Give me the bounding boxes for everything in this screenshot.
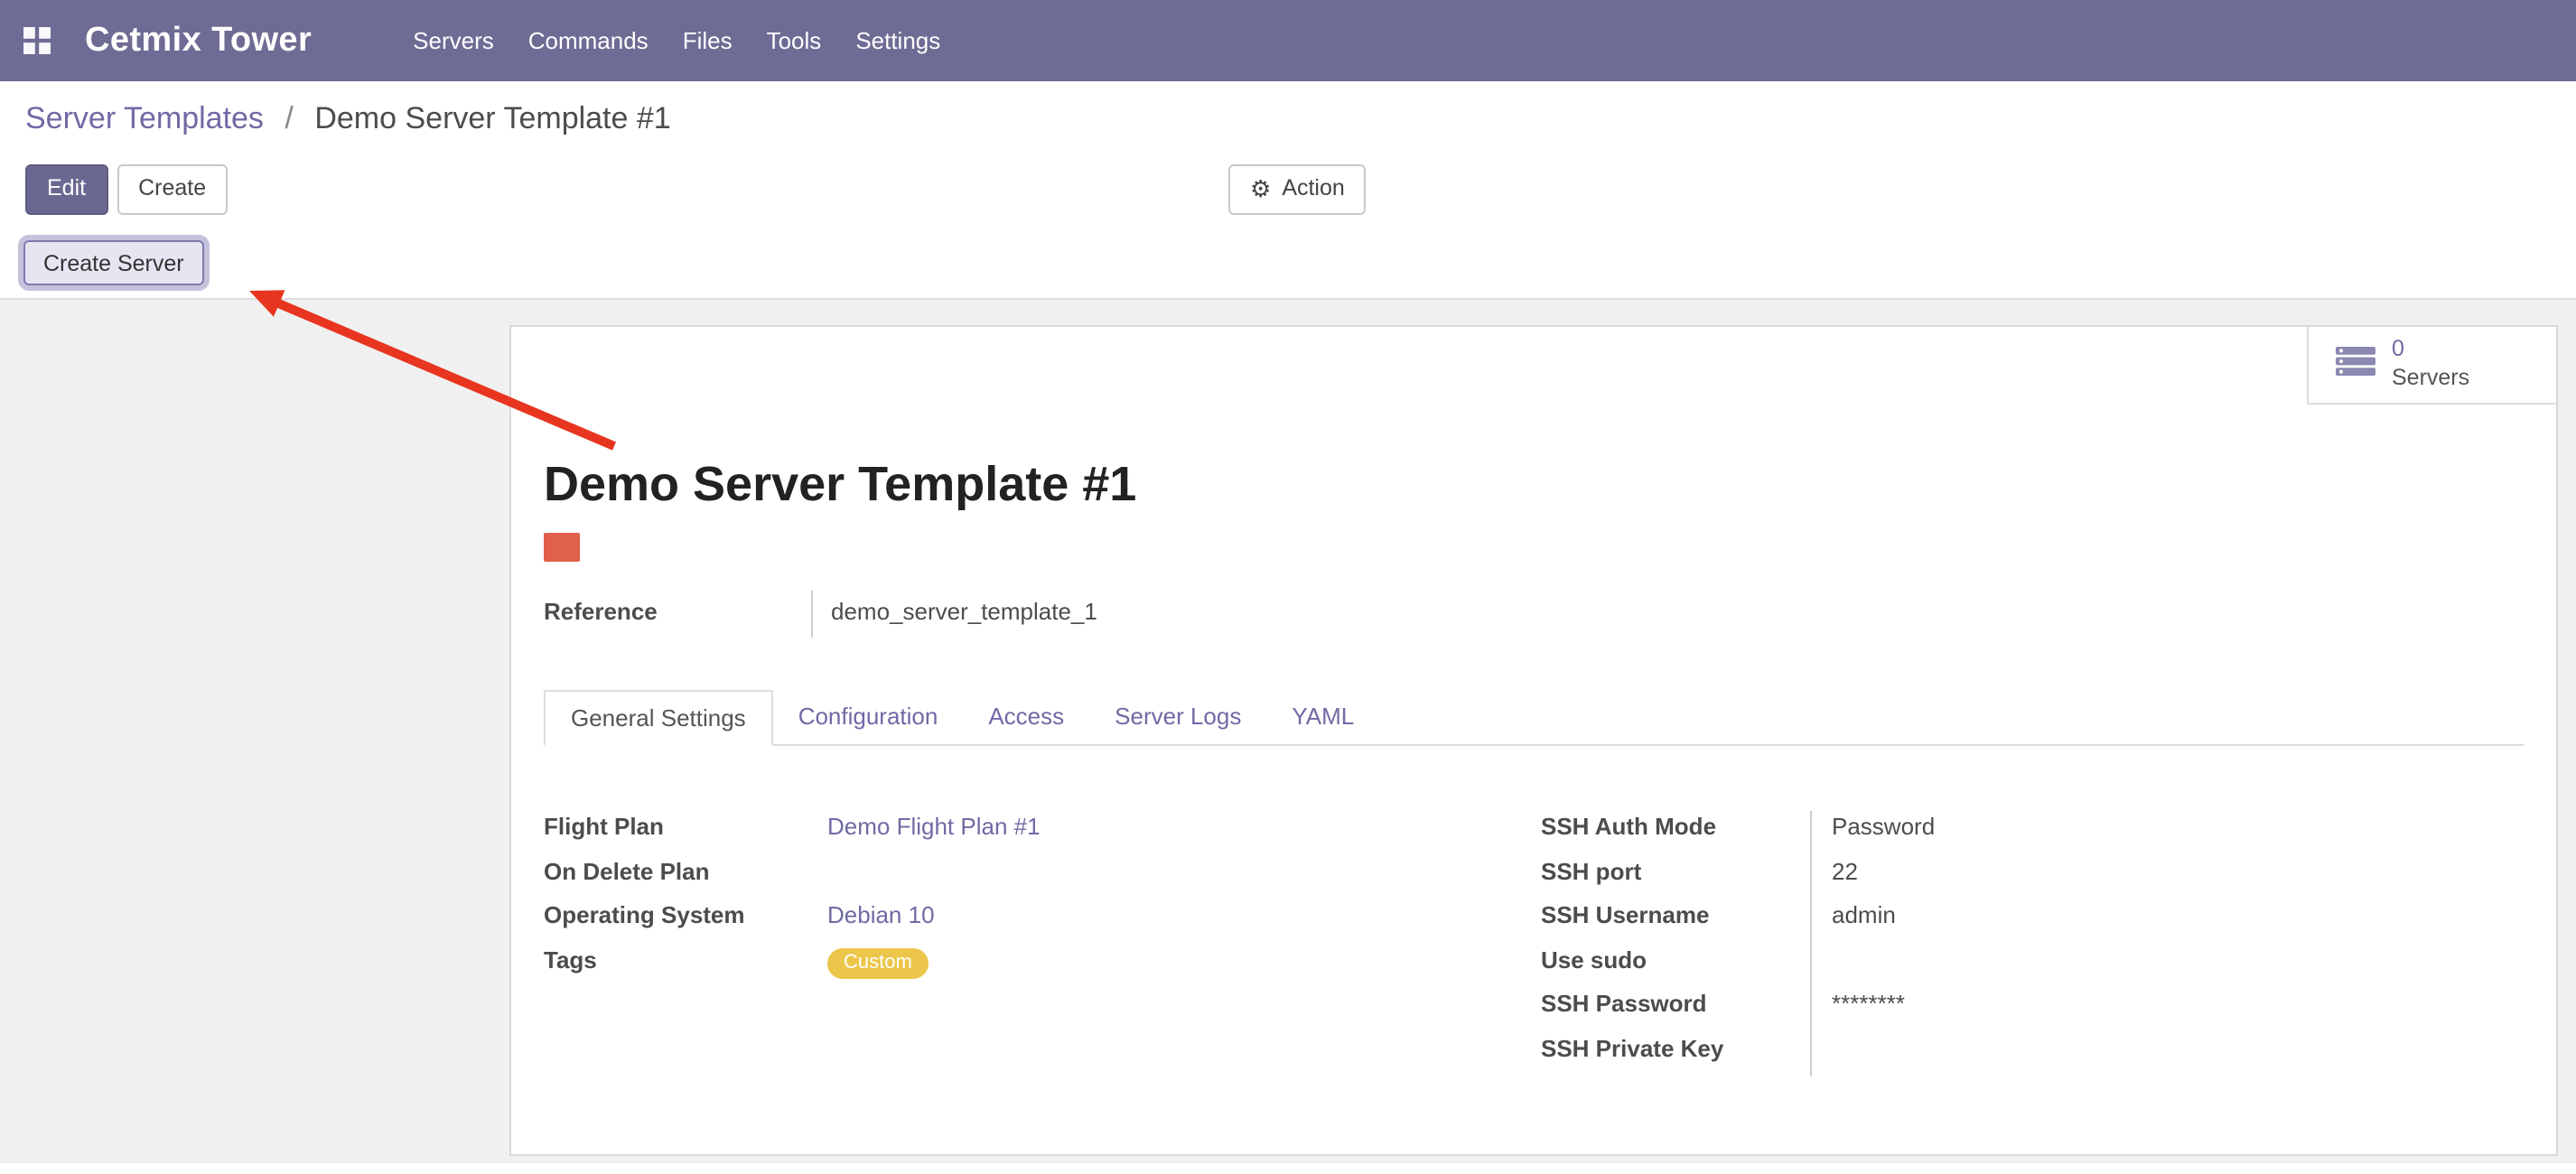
field-label-ssh-password: SSH Password — [1541, 988, 1810, 1032]
field-text-ssh-username: admin — [1832, 901, 1896, 928]
field-row-ssh-username: SSH Username admin — [1541, 899, 2516, 944]
reference-value: demo_server_template_1 — [811, 591, 1097, 638]
nav-menu-commands[interactable]: Commands — [528, 27, 649, 54]
field-value-operating-system: Debian 10 — [827, 899, 935, 944]
top-navbar: Cetmix Tower ServersCommandsFilesToolsSe… — [0, 0, 2576, 81]
field-label-tags: Tags — [544, 944, 827, 988]
tabs: General SettingsConfigurationAccessServe… — [544, 688, 2524, 746]
control-panel-buttons: Edit Create — [25, 164, 228, 214]
field-text-ssh-password: ******** — [1832, 990, 1905, 1017]
breadcrumb-current: Demo Server Template #1 — [314, 101, 670, 135]
tab-server-logs[interactable]: Server Logs — [1089, 688, 1266, 744]
tag-custom: Custom — [827, 947, 929, 978]
breadcrumb: Server Templates / Demo Server Template … — [25, 101, 671, 137]
breadcrumb-separator: / — [285, 101, 293, 135]
breadcrumb-parent-link[interactable]: Server Templates — [25, 101, 264, 135]
record-sheet: 0 Servers Demo Server Template #1 Refere… — [509, 325, 2558, 1156]
app-brand[interactable]: Cetmix Tower — [85, 21, 312, 61]
field-label-use-sudo: Use sudo — [1541, 944, 1810, 988]
field-row-flight-plan: Flight PlanDemo Flight Plan #1 — [544, 811, 1501, 855]
tab-access[interactable]: Access — [963, 688, 1089, 744]
gear-icon: ⚙ — [1250, 178, 1271, 201]
field-row-ssh-private-key: SSH Private Key — [1541, 1032, 2516, 1076]
record-title: Demo Server Template #1 — [544, 457, 1136, 513]
reference-label: Reference — [544, 591, 811, 638]
nav-menu-files[interactable]: Files — [683, 27, 733, 54]
field-row-use-sudo: Use sudo — [1541, 944, 2516, 988]
field-value-ssh-auth-mode: Password — [1810, 811, 1935, 855]
field-link-operating-system[interactable]: Debian 10 — [827, 901, 935, 928]
servers-icon — [2336, 346, 2375, 384]
field-text-ssh-auth-mode: Password — [1832, 813, 1935, 840]
field-value-ssh-password: ******** — [1810, 988, 1905, 1032]
action-button-label: Action — [1282, 175, 1345, 203]
navbar-menu: Servers Commands Files Tools Settings — [413, 27, 940, 54]
field-value-tags: Custom — [827, 944, 929, 988]
field-label-ssh-private-key: SSH Private Key — [1541, 1032, 1810, 1076]
field-value-ssh-port: 22 — [1810, 855, 1858, 899]
fields-right: SSH Auth Mode Password SSH port 22 SSH Usern… — [1541, 811, 2516, 1076]
field-row-tags: TagsCustom — [544, 944, 1501, 988]
field-row-ssh-auth-mode: SSH Auth Mode Password — [1541, 811, 2516, 855]
field-row-ssh-port: SSH port 22 — [1541, 855, 2516, 899]
field-row-on-delete-plan: On Delete Plan — [544, 855, 1501, 899]
field-value-ssh-private-key — [1810, 1032, 1832, 1076]
content-area: 0 Servers Demo Server Template #1 Refere… — [0, 300, 2576, 1163]
stat-button-text: 0 Servers — [2392, 337, 2469, 394]
nav-menu-tools[interactable]: Tools — [767, 27, 822, 54]
nav-menu-settings[interactable]: Settings — [855, 27, 940, 54]
create-server-button[interactable]: Create Server — [23, 240, 204, 285]
field-label-ssh-username: SSH Username — [1541, 899, 1810, 944]
field-value-ssh-username: admin — [1810, 899, 1896, 944]
field-label-ssh-port: SSH port — [1541, 855, 1810, 899]
field-value-flight-plan: Demo Flight Plan #1 — [827, 811, 1041, 855]
app-window: Cetmix Tower ServersCommandsFilesToolsSe… — [0, 0, 2576, 1174]
tab-configuration[interactable]: Configuration — [773, 688, 964, 744]
tab-general-settings[interactable]: General Settings — [544, 690, 773, 746]
field-row-operating-system: Operating SystemDebian 10 — [544, 899, 1501, 944]
tab-yaml[interactable]: YAML — [1266, 688, 1379, 744]
apps-grid-icon[interactable] — [23, 27, 51, 54]
stat-label: Servers — [2392, 365, 2469, 393]
nav-menu-servers[interactable]: Servers — [413, 27, 494, 54]
field-label-on-delete-plan: On Delete Plan — [544, 855, 827, 899]
stat-button-servers[interactable]: 0 Servers — [2307, 327, 2556, 405]
color-swatch[interactable] — [544, 533, 580, 562]
field-value-use-sudo — [1810, 944, 1832, 988]
action-button[interactable]: ⚙ Action — [1228, 164, 1367, 214]
field-label-flight-plan: Flight Plan — [544, 811, 827, 855]
field-label-operating-system: Operating System — [544, 899, 827, 944]
reference-row: Reference demo_server_template_1 — [544, 591, 1097, 638]
create-button[interactable]: Create — [117, 164, 228, 214]
field-link-flight-plan[interactable]: Demo Flight Plan #1 — [827, 813, 1041, 840]
fields-left: Flight PlanDemo Flight Plan #1On Delete … — [544, 811, 1501, 988]
field-text-ssh-port: 22 — [1832, 857, 1858, 884]
stat-value: 0 — [2392, 337, 2469, 365]
field-row-ssh-password: SSH Password ******** — [1541, 988, 2516, 1032]
edit-button[interactable]: Edit — [25, 164, 107, 214]
field-label-ssh-auth-mode: SSH Auth Mode — [1541, 811, 1810, 855]
